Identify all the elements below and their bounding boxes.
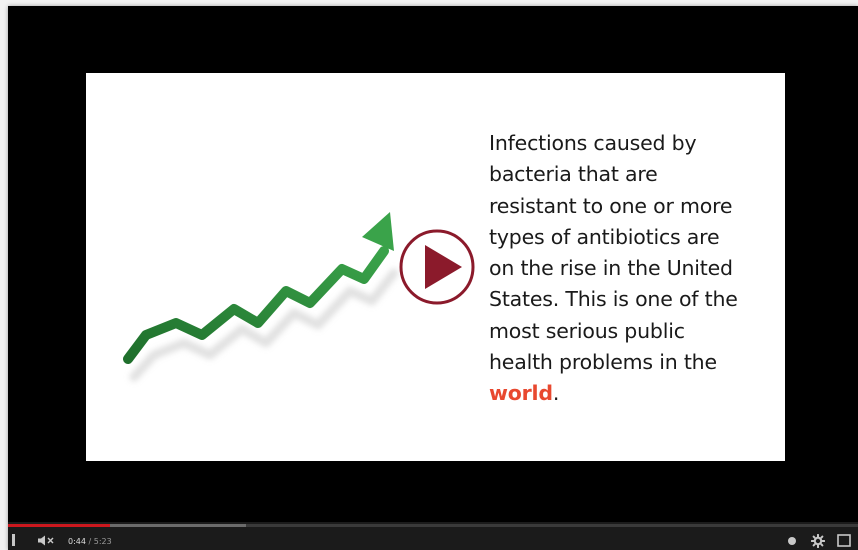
current-time: 0:44 [68,537,86,546]
slide-line: on the rise in the United [489,256,733,281]
page-frame: Infections caused by bacteria that are r… [0,0,858,550]
player-controls: 0:44 / 5:23 [8,522,858,550]
play-icon [399,229,475,305]
duration: 5:23 [93,537,112,546]
play-button[interactable] [398,228,476,306]
arrow-line [123,246,389,364]
trailing-punctuation: . [552,381,560,406]
pause-icon[interactable] [12,533,20,547]
slide-line-last: world. [489,378,779,409]
time-display: 0:44 / 5:23 [68,536,112,548]
slide-line: health problems in the [489,350,717,375]
highlight-word: world [489,381,553,406]
dot-icon[interactable] [787,536,797,546]
slide-line: types of antibiotics are [489,224,720,249]
progress-bar[interactable] [8,524,858,527]
slide-line: most serious public [489,318,685,343]
slide-text: Infections caused by bacteria that are r… [489,128,779,410]
video-player[interactable]: Infections caused by bacteria that are r… [8,6,858,550]
time-separator: / [85,537,94,546]
volume-muted-icon[interactable] [38,535,60,546]
gear-icon[interactable] [811,534,825,548]
fullscreen-icon[interactable] [837,534,851,547]
slide-line: resistant to one or more [489,193,733,218]
slide-line: States. This is one of the [489,287,738,312]
progress-played [8,524,110,527]
slide-line: Infections caused by [489,131,697,155]
slide-line: bacteria that are [489,162,658,187]
arrow-head [362,212,394,251]
